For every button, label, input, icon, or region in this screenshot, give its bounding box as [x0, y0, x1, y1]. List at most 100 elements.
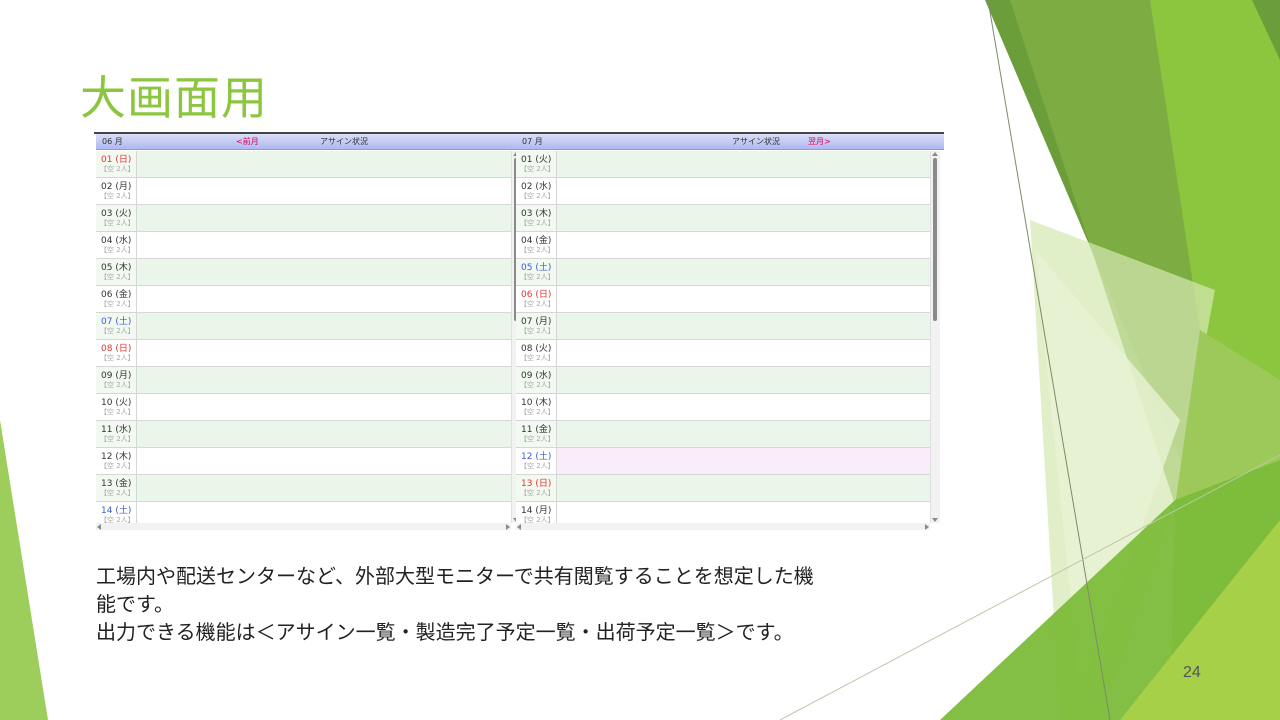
slot-availability: 【空 2人】 — [520, 273, 555, 281]
day-row[interactable]: 13 (金) 【空 2人】 — [96, 475, 511, 502]
slot-availability: 【空 2人】 — [520, 219, 555, 227]
slot-availability: 【空 2人】 — [100, 192, 135, 200]
month-label: 06 月 — [102, 137, 123, 146]
day-row[interactable]: 04 (水) 【空 2人】 — [96, 232, 511, 259]
slot-availability: 【空 2人】 — [520, 489, 555, 497]
description-line: 能です。 — [96, 592, 174, 616]
panel-header: 07 月 アサイン状況 翌月> — [516, 134, 944, 150]
page-number: 24 — [1183, 664, 1201, 681]
day-row[interactable]: 12 (土) 【空 2人】 — [516, 448, 930, 475]
day-row[interactable]: 03 (火) 【空 2人】 — [96, 205, 511, 232]
scroll-right-arrow-icon[interactable] — [506, 524, 510, 530]
date-cell: 01 (日) 【空 2人】 — [96, 151, 137, 177]
day-row[interactable]: 10 (木) 【空 2人】 — [516, 394, 930, 421]
slot-availability: 【空 2人】 — [520, 246, 555, 254]
date-cell: 07 (月) 【空 2人】 — [516, 313, 557, 339]
date-cell: 05 (木) 【空 2人】 — [96, 259, 137, 285]
slot-availability: 【空 2人】 — [100, 489, 135, 497]
slot-availability: 【空 2人】 — [520, 408, 555, 416]
date-cell: 06 (金) 【空 2人】 — [96, 286, 137, 312]
slot-availability: 【空 2人】 — [100, 165, 135, 173]
day-row[interactable]: 09 (水) 【空 2人】 — [516, 367, 930, 394]
day-row[interactable]: 08 (日) 【空 2人】 — [96, 340, 511, 367]
day-row[interactable]: 05 (木) 【空 2人】 — [96, 259, 511, 286]
day-list: 01 (日) 【空 2人】 02 (月) 【空 2人】 03 (火) 【空 2人】 04 (… — [96, 151, 511, 529]
panel-header: 06 月 <前月 アサイン状況 — [96, 134, 519, 150]
slot-availability: 【空 2人】 — [100, 219, 135, 227]
day-row[interactable]: 02 (月) 【空 2人】 — [96, 178, 511, 205]
day-row[interactable]: 01 (日) 【空 2人】 — [96, 151, 511, 178]
date-cell: 08 (火) 【空 2人】 — [516, 340, 557, 366]
slot-availability: 【空 2人】 — [100, 327, 135, 335]
date-cell: 09 (月) 【空 2人】 — [96, 367, 137, 393]
slide-description: 工場内や配送センターなど、外部大型モニターで共有閲覧することを想定した機 能です… — [96, 562, 976, 646]
day-row[interactable]: 03 (木) 【空 2人】 — [516, 205, 930, 232]
slot-availability: 【空 2人】 — [520, 192, 555, 200]
vertical-scrollbar[interactable] — [930, 151, 940, 523]
slide-title: 大画面用 — [80, 71, 268, 125]
scroll-right-arrow-icon[interactable] — [925, 524, 929, 530]
slot-availability: 【空 2人】 — [100, 462, 135, 470]
day-row[interactable]: 01 (火) 【空 2人】 — [516, 151, 930, 178]
horizontal-scrollbar[interactable] — [96, 523, 511, 530]
day-list: 01 (火) 【空 2人】 02 (水) 【空 2人】 03 (木) 【空 2人】 04 (… — [516, 151, 930, 529]
scroll-left-arrow-icon[interactable] — [517, 524, 521, 530]
day-row[interactable]: 13 (日) 【空 2人】 — [516, 475, 930, 502]
slot-availability: 【空 2人】 — [100, 408, 135, 416]
date-cell: 01 (火) 【空 2人】 — [516, 151, 557, 177]
day-row[interactable]: 09 (月) 【空 2人】 — [96, 367, 511, 394]
scroll-down-arrow-icon[interactable] — [932, 518, 938, 522]
slot-availability: 【空 2人】 — [520, 327, 555, 335]
day-row[interactable]: 04 (金) 【空 2人】 — [516, 232, 930, 259]
day-row[interactable]: 08 (火) 【空 2人】 — [516, 340, 930, 367]
date-cell: 12 (木) 【空 2人】 — [96, 448, 137, 474]
date-cell: 02 (水) 【空 2人】 — [516, 178, 557, 204]
slot-availability: 【空 2人】 — [520, 462, 555, 470]
slot-availability: 【空 2人】 — [520, 435, 555, 443]
date-cell: 03 (火) 【空 2人】 — [96, 205, 137, 231]
day-row[interactable]: 06 (日) 【空 2人】 — [516, 286, 930, 313]
left-corner-shape — [0, 420, 48, 720]
date-cell: 06 (日) 【空 2人】 — [516, 286, 557, 312]
slot-availability: 【空 2人】 — [520, 381, 555, 389]
day-row[interactable]: 05 (土) 【空 2人】 — [516, 259, 930, 286]
slot-availability: 【空 2人】 — [520, 165, 555, 173]
slot-availability: 【空 2人】 — [100, 435, 135, 443]
day-row[interactable]: 10 (火) 【空 2人】 — [96, 394, 511, 421]
scroll-thumb[interactable] — [933, 158, 937, 321]
slot-availability: 【空 2人】 — [100, 273, 135, 281]
date-cell: 03 (木) 【空 2人】 — [516, 205, 557, 231]
scroll-up-arrow-icon[interactable] — [932, 152, 938, 156]
date-cell: 07 (土) 【空 2人】 — [96, 313, 137, 339]
day-row[interactable]: 06 (金) 【空 2人】 — [96, 286, 511, 313]
assign-status-label: アサイン状況 — [320, 137, 368, 146]
slot-availability: 【空 2人】 — [100, 300, 135, 308]
day-row[interactable]: 07 (月) 【空 2人】 — [516, 313, 930, 340]
next-month-link[interactable]: 翌月> — [808, 134, 831, 149]
date-cell: 10 (木) 【空 2人】 — [516, 394, 557, 420]
calendar-panel-june: 06 月 <前月 アサイン状況 01 (日) 【空 2人】 02 (月) 【空 2人】… — [96, 134, 521, 530]
day-row[interactable]: 11 (金) 【空 2人】 — [516, 421, 930, 448]
date-cell: 04 (水) 【空 2人】 — [96, 232, 137, 258]
slot-availability: 【空 2人】 — [520, 354, 555, 362]
date-cell: 13 (金) 【空 2人】 — [96, 475, 137, 501]
date-cell: 12 (土) 【空 2人】 — [516, 448, 557, 474]
date-cell: 04 (金) 【空 2人】 — [516, 232, 557, 258]
date-cell: 05 (土) 【空 2人】 — [516, 259, 557, 285]
prev-month-link[interactable]: <前月 — [236, 134, 259, 149]
date-cell: 08 (日) 【空 2人】 — [96, 340, 137, 366]
calendar-panel-july: 07 月 アサイン状況 翌月> 01 (火) 【空 2人】 02 (水) 【空 2人】… — [516, 134, 944, 530]
day-row[interactable]: 11 (水) 【空 2人】 — [96, 421, 511, 448]
scroll-left-arrow-icon[interactable] — [97, 524, 101, 530]
assign-status-label: アサイン状況 — [732, 137, 780, 146]
slot-availability: 【空 2人】 — [100, 246, 135, 254]
date-cell: 09 (水) 【空 2人】 — [516, 367, 557, 393]
day-row[interactable]: 07 (土) 【空 2人】 — [96, 313, 511, 340]
day-row[interactable]: 12 (木) 【空 2人】 — [96, 448, 511, 475]
date-cell: 11 (金) 【空 2人】 — [516, 421, 557, 447]
slot-availability: 【空 2人】 — [100, 354, 135, 362]
day-row[interactable]: 02 (水) 【空 2人】 — [516, 178, 930, 205]
description-line: 工場内や配送センターなど、外部大型モニターで共有閲覧することを想定した機 — [96, 564, 814, 588]
horizontal-scrollbar[interactable] — [516, 523, 930, 530]
calendar-screenshot: 06 月 <前月 アサイン状況 01 (日) 【空 2人】 02 (月) 【空 2人】… — [94, 132, 944, 530]
